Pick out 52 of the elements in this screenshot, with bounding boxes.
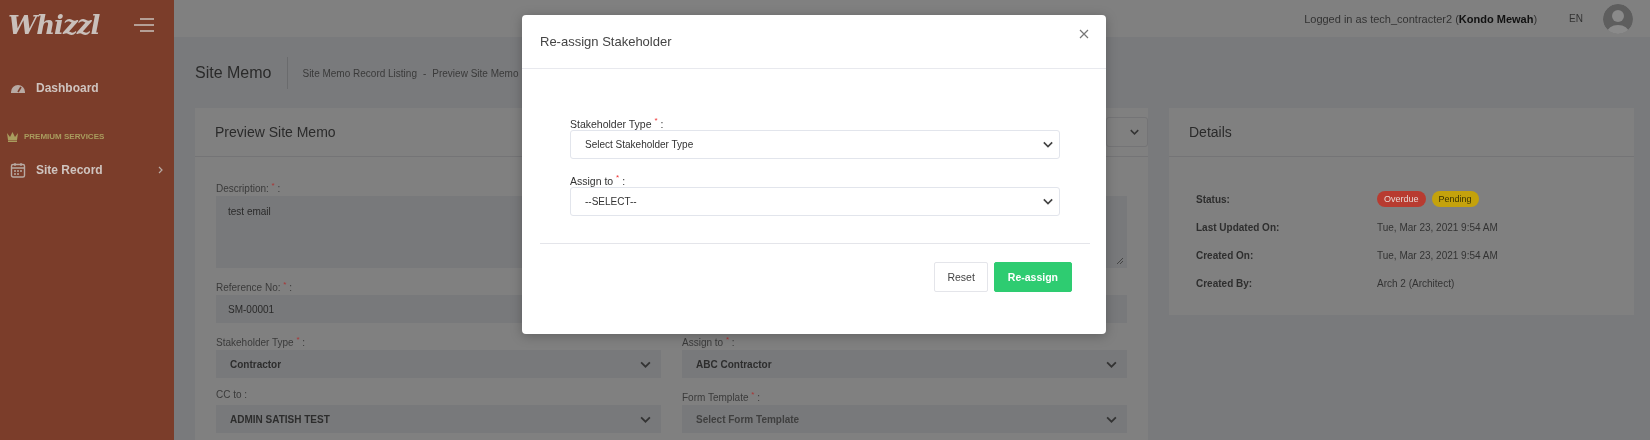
- chevron-icon: [1106, 415, 1117, 423]
- avatar-icon[interactable]: [1603, 3, 1633, 34]
- menu-icon[interactable]: [134, 18, 154, 32]
- logo[interactable]: Whizzl: [8, 10, 100, 40]
- chevron-icon: [1106, 360, 1117, 368]
- detail-label: Created By:: [1196, 277, 1254, 289]
- chevron-icon: [1043, 141, 1053, 148]
- detail-label: Status:: [1196, 193, 1231, 205]
- calendar-icon: [10, 162, 26, 178]
- modal-title: Re-assign Stakeholder: [540, 34, 672, 49]
- breadcrumb-separator: -: [422, 67, 427, 79]
- field-label: Assign to $^{*}$ :: [570, 172, 626, 187]
- chevron-icon: [1130, 129, 1139, 135]
- resize-handle-icon: [1116, 257, 1123, 264]
- field-label: Stakeholder Type $^{*}$ :: [216, 334, 306, 350]
- field-label: CC to :: [216, 388, 248, 402]
- status-badge: Overdue: [1377, 191, 1426, 207]
- detail-value: Tue, Mar 23, 2021 9:54 AM: [1377, 249, 1498, 261]
- page-title: Site Memo: [195, 57, 289, 89]
- reset-button[interactable]: Reset: [934, 262, 988, 292]
- field-label: Stakeholder Type $^{*}$ :: [570, 115, 664, 130]
- field-label: Description: $^{*}$ :: [216, 180, 281, 196]
- card-title: Preview Site Memo: [215, 124, 336, 140]
- section-heading: PREMIUM SERVICES: [24, 131, 105, 141]
- select-field[interactable]: ABC Contractor: [682, 350, 1127, 378]
- close-icon[interactable]: [1079, 29, 1089, 39]
- select-field[interactable]: Contractor: [216, 350, 661, 378]
- select-field[interactable]: ADMIN SATISH TEST: [216, 405, 661, 433]
- card-title: Details: [1189, 124, 1232, 140]
- chevron-icon: [640, 360, 651, 368]
- reassign-button[interactable]: Re-assign: [993, 262, 1072, 292]
- field-label: Form Template $^{*}$ :: [682, 389, 760, 405]
- crown-icon: [6, 130, 19, 142]
- sidebar-item[interactable]: Dashboard: [0, 72, 174, 104]
- detail-label: Last Updated On:: [1196, 221, 1281, 233]
- select-field[interactable]: Select Stakeholder Type: [570, 130, 1060, 159]
- field-label: Reference No: $^{*}$ :: [216, 279, 292, 295]
- field-label: Assign to $^{*}$ :: [682, 334, 735, 350]
- sidebar-item[interactable]: Site Record: [0, 154, 174, 186]
- select-field[interactable]: --SELECT--: [570, 187, 1060, 216]
- breadcrumb-link[interactable]: Site Memo Record Listing: [302, 67, 417, 79]
- select-field[interactable]: Select Form Template: [682, 405, 1127, 433]
- breadcrumb-item: Preview Site Memo: [432, 67, 519, 79]
- chevron-icon: [640, 415, 651, 423]
- detail-value: Arch 2 (Architect): [1377, 277, 1455, 289]
- status-badge: Pending: [1431, 191, 1479, 207]
- language-selector[interactable]: EN: [1569, 13, 1583, 24]
- detail-label: Created On:: [1196, 249, 1255, 261]
- chevron-icon: [1043, 198, 1053, 205]
- chevron-icon: [158, 166, 164, 174]
- detail-value: Tue, Mar 23, 2021 9:54 AM: [1377, 221, 1498, 233]
- logged-in-user: Logged in as tech_contracter2 (Kondo Mewah): [1304, 12, 1538, 25]
